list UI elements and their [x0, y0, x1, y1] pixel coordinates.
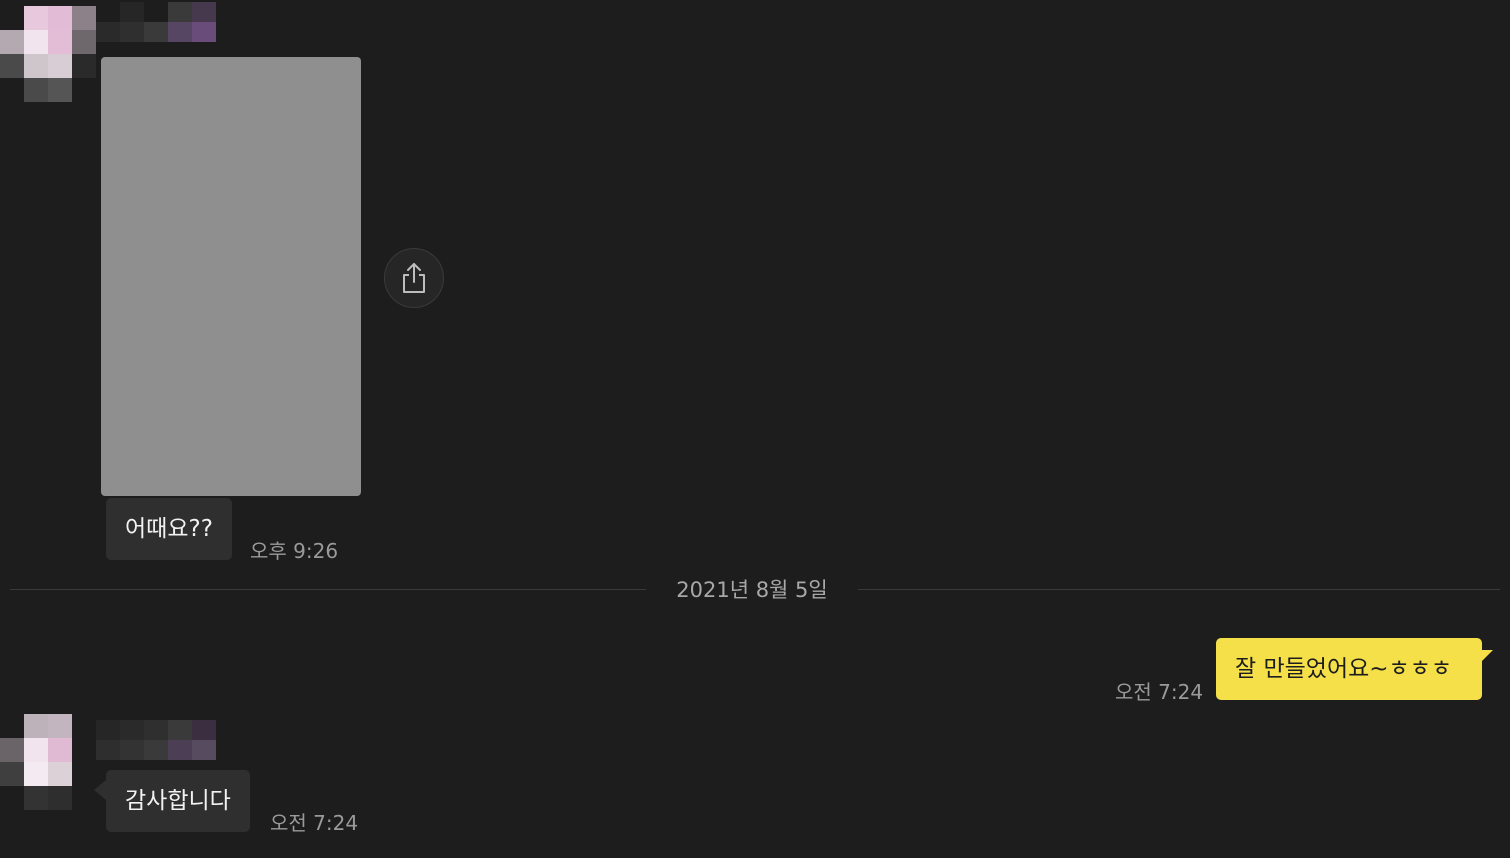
bubble-tail	[1481, 650, 1493, 662]
image-attachment[interactable]	[101, 57, 361, 496]
divider-line	[10, 589, 646, 590]
sender-name	[96, 2, 216, 42]
bubble-tail	[94, 780, 106, 800]
sender-avatar[interactable]	[0, 6, 96, 102]
message-bubble-outgoing[interactable]: 잘 만들었어요~ㅎㅎㅎ	[1216, 638, 1482, 700]
date-divider: 2021년 8월 5일	[10, 570, 1500, 606]
message-bubble-incoming[interactable]: 감사합니다	[106, 770, 250, 832]
share-button[interactable]	[384, 248, 444, 308]
share-icon	[403, 263, 425, 293]
date-label: 2021년 8월 5일	[676, 578, 828, 602]
chat-window: 어때요?? 오후 9:26 2021년 8월 5일 오전 7:24 잘 만들었어…	[0, 0, 1510, 858]
message-bubble-incoming[interactable]: 어때요??	[106, 498, 232, 560]
message-timestamp: 오후 9:26	[250, 539, 339, 563]
message-timestamp: 오전 7:24	[270, 811, 359, 835]
message-timestamp: 오전 7:24	[1115, 680, 1204, 704]
sender-avatar[interactable]	[0, 714, 96, 810]
sender-name	[96, 720, 216, 760]
divider-line	[858, 589, 1500, 590]
